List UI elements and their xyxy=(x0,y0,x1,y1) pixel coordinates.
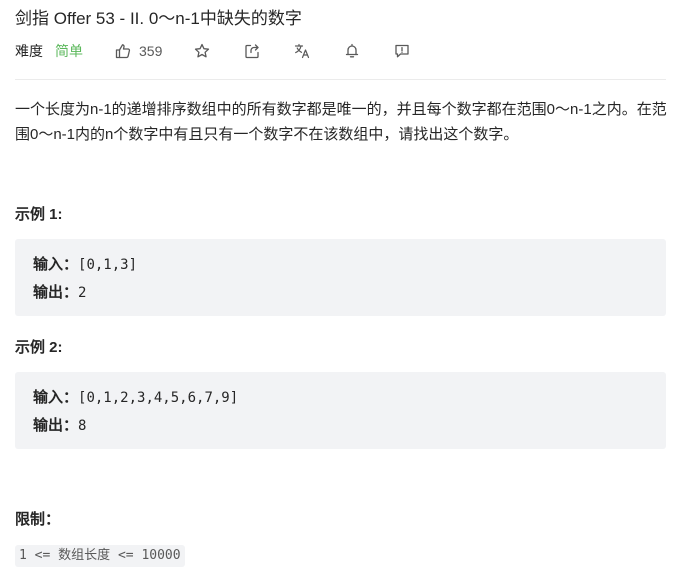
feedback-button[interactable] xyxy=(391,40,413,62)
example-1-output-label: 输出： xyxy=(33,284,79,301)
like-button[interactable]: 359 xyxy=(115,43,162,59)
translate-button[interactable] xyxy=(291,40,313,62)
like-count: 359 xyxy=(139,43,163,59)
example-2-input-line: 输入：[0,1,2,3,4,5,6,7,9] xyxy=(33,384,648,412)
example-1-input-label: 输入： xyxy=(33,256,79,273)
example-1-title: 示例 1: xyxy=(15,206,63,223)
example-2-output-value: 8 xyxy=(78,418,87,434)
problem-title: 剑指 Offer 53 - II. 0～n-1中缺失的数字 xyxy=(15,9,302,28)
favorite-button[interactable] xyxy=(191,40,213,62)
example-2-title: 示例 2: xyxy=(15,339,63,356)
example-2-output-label: 输出： xyxy=(33,417,79,434)
example-2-input-value: [0,1,2,3,4,5,6,7,9] xyxy=(78,390,239,406)
header-divider xyxy=(15,79,666,80)
limit-constraint: 1 <= 数组长度 <= 10000 xyxy=(15,545,185,567)
example-1-output-value: 2 xyxy=(78,285,87,301)
feedback-icon xyxy=(394,43,410,59)
example-1-output-line: 输出：2 xyxy=(33,279,648,307)
difficulty-value: 简单 xyxy=(55,43,83,59)
bell-icon xyxy=(344,43,360,59)
share-icon xyxy=(244,43,260,59)
problem-page: 剑指 Offer 53 - II. 0～n-1中缺失的数字 难度 简单 359 xyxy=(0,0,681,581)
star-icon xyxy=(194,43,210,59)
problem-meta-row: 难度 简单 359 xyxy=(15,40,413,62)
thumbs-up-icon xyxy=(115,43,131,59)
example-1-input-value: [0,1,3] xyxy=(78,257,138,273)
example-2-input-label: 输入： xyxy=(33,389,79,406)
share-button[interactable] xyxy=(241,40,263,62)
example-2-box: 输入：[0,1,2,3,4,5,6,7,9] 输出：8 xyxy=(15,372,666,449)
limits-title: 限制： xyxy=(15,511,61,528)
example-1-box: 输入：[0,1,3] 输出：2 xyxy=(15,239,666,316)
difficulty-label: 难度 xyxy=(15,43,43,59)
translate-icon xyxy=(294,43,311,59)
example-2-output-line: 输出：8 xyxy=(33,412,648,440)
notification-button[interactable] xyxy=(341,40,363,62)
problem-description: 一个长度为n-1的递增排序数组中的所有数字都是唯一的，并且每个数字都在范围0～n… xyxy=(15,101,667,143)
example-1-input-line: 输入：[0,1,3] xyxy=(33,251,648,279)
